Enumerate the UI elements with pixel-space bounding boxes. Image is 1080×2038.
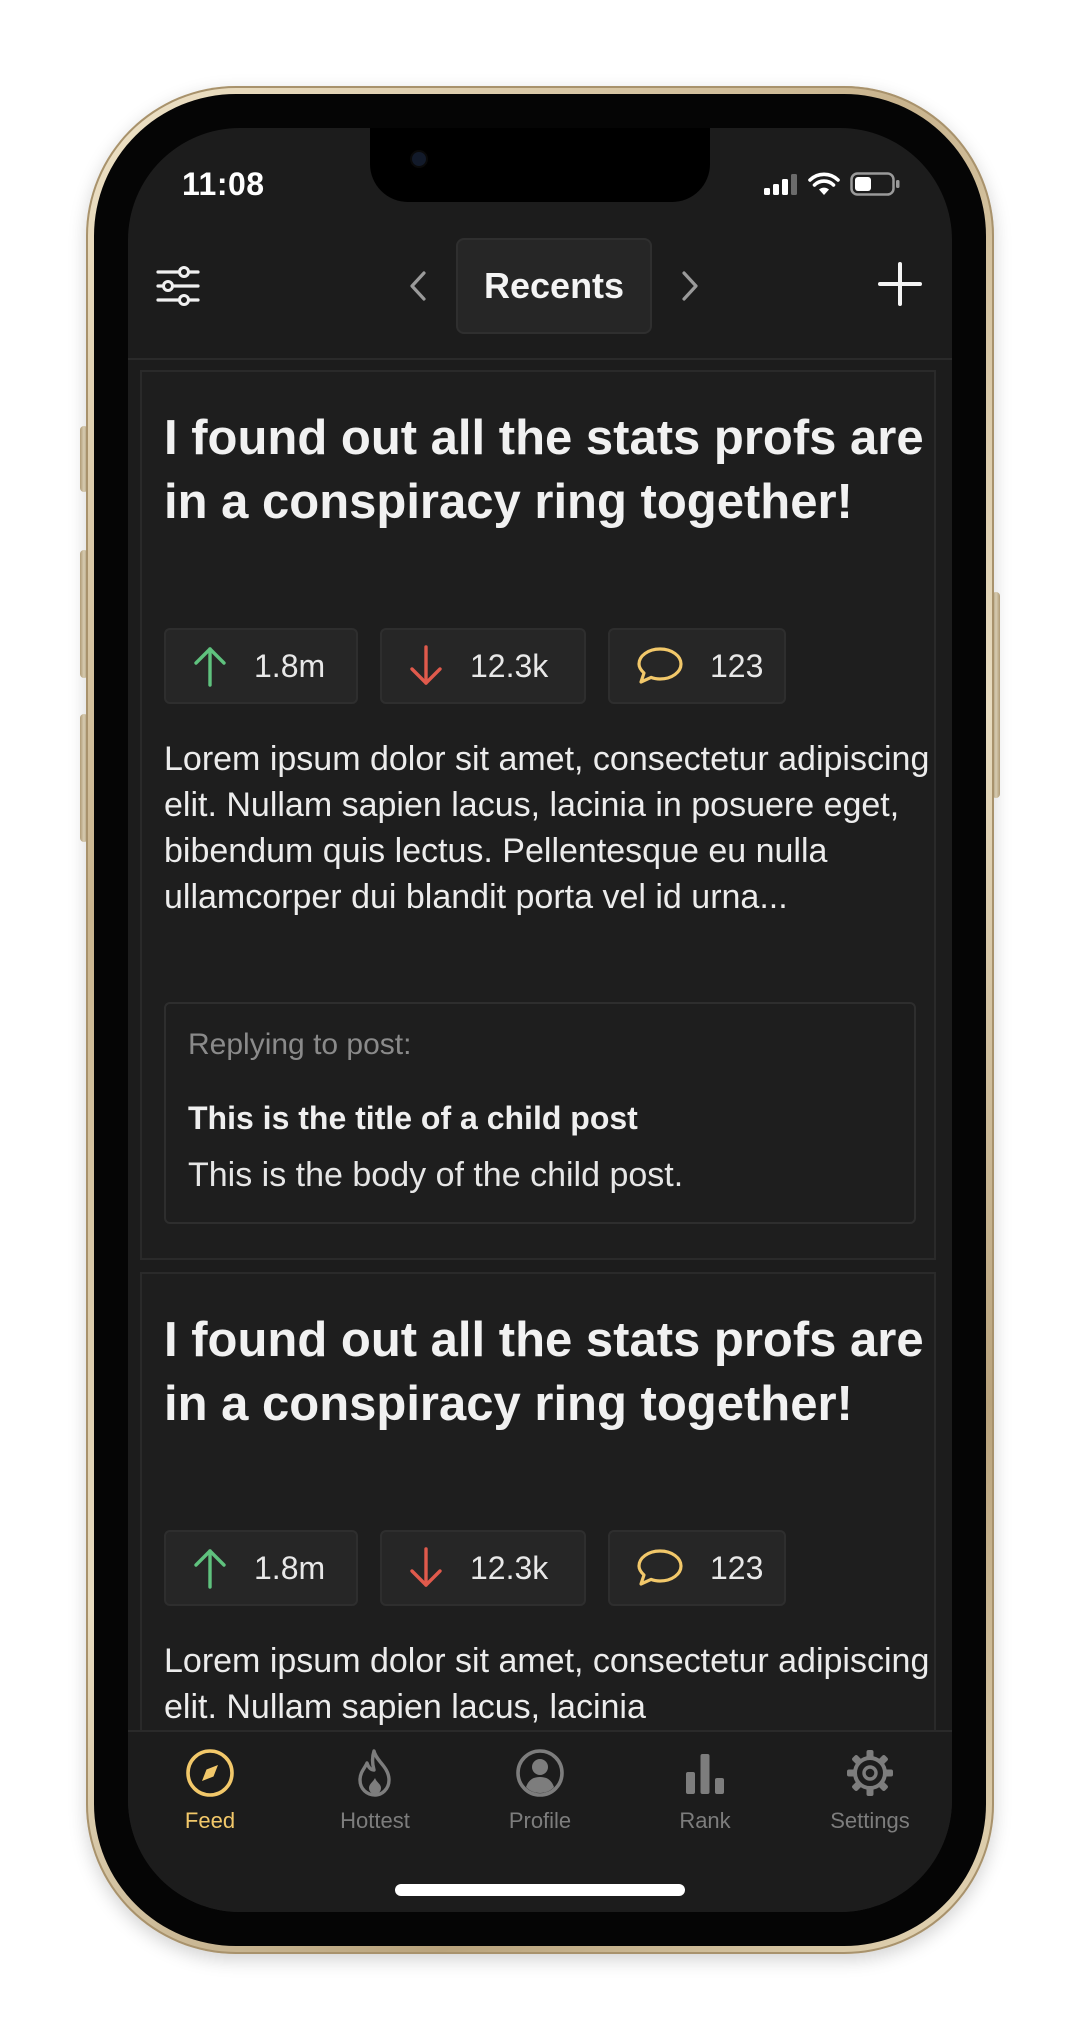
status-icons <box>764 172 900 201</box>
plus-icon <box>878 262 922 306</box>
reply-title: This is the title of a child post <box>188 1100 638 1136</box>
reply-body: This is the body of the child post. <box>188 1156 684 1194</box>
previous-tab-button[interactable] <box>396 256 440 316</box>
arrow-down-icon <box>410 645 442 685</box>
comments-button[interactable]: 123 <box>608 1530 786 1606</box>
status-time: 11:08 <box>182 166 265 202</box>
new-post-button[interactable] <box>872 256 928 312</box>
notch <box>370 128 710 202</box>
feed-header: Recents <box>128 238 952 338</box>
tab-hottest[interactable]: Hottest <box>293 1748 457 1834</box>
post-body: Lorem ipsum dolor sit amet, consectetur … <box>164 1642 930 1726</box>
tab-profile[interactable]: Profile <box>458 1748 622 1834</box>
comment-count: 123 <box>710 647 764 684</box>
home-indicator[interactable] <box>395 1884 685 1896</box>
upvote-count: 1.8m <box>254 647 326 684</box>
downvote-button[interactable]: 12.3k <box>380 628 586 704</box>
cellular-signal-icon <box>764 173 798 200</box>
tab-rank[interactable]: Rank <box>623 1748 787 1834</box>
post-body: Lorem ipsum dolor sit amet, consectetur … <box>164 740 930 916</box>
reply-preview[interactable]: Replying to post: This is the title of a… <box>164 1002 916 1224</box>
downvote-count: 12.3k <box>470 647 549 684</box>
tab-label: Rank <box>679 1808 731 1833</box>
comments-button[interactable]: 123 <box>608 628 786 704</box>
tab-label: Settings <box>830 1808 910 1833</box>
post-title[interactable]: I found out all the stats profs are in a… <box>164 1308 924 1436</box>
flame-icon <box>358 1749 391 1797</box>
current-tab-label[interactable]: Recents <box>456 238 653 334</box>
comment-bubble-icon <box>637 647 683 684</box>
comment-count: 123 <box>710 1549 764 1586</box>
post-card[interactable]: I found out all the stats profs are in a… <box>140 1272 936 1730</box>
post-stats: 1.8m 12.3k 123 <box>164 628 786 704</box>
filter-button[interactable] <box>154 262 202 310</box>
upvote-count: 1.8m <box>254 1549 326 1586</box>
tab-switcher: Recents <box>396 238 712 334</box>
next-tab-button[interactable] <box>668 256 712 316</box>
post-title[interactable]: I found out all the stats profs are in a… <box>164 406 924 534</box>
battery-icon <box>850 172 900 201</box>
post-feed[interactable]: I found out all the stats profs are in a… <box>128 360 952 1730</box>
tab-label: Feed <box>184 1808 236 1833</box>
front-camera <box>412 152 426 166</box>
upvote-button[interactable]: 1.8m <box>164 628 358 704</box>
downvote-button[interactable]: 12.3k <box>380 1530 586 1606</box>
user-circle-icon <box>516 1749 564 1797</box>
tab-settings[interactable]: Settings <box>788 1748 952 1834</box>
arrow-up-icon <box>194 647 226 687</box>
bar-chart-icon <box>686 1754 724 1794</box>
comment-bubble-icon <box>637 1549 683 1586</box>
wifi-icon <box>808 172 840 201</box>
chevron-left-icon <box>410 271 426 301</box>
gear-icon <box>847 1750 893 1796</box>
phone-screen: 11:08 Recents I found out all the stats … <box>128 128 952 1912</box>
post-card[interactable]: I found out all the stats profs are in a… <box>140 370 936 1260</box>
reply-label: Replying to post: <box>188 1028 412 1061</box>
arrow-down-icon <box>410 1547 442 1587</box>
upvote-button[interactable]: 1.8m <box>164 1530 358 1606</box>
tab-label: Profile <box>508 1808 572 1833</box>
sliders-icon <box>156 266 200 306</box>
downvote-count: 12.3k <box>470 1549 549 1586</box>
tab-label: Hottest <box>340 1808 410 1833</box>
compass-icon <box>186 1749 234 1797</box>
post-stats: 1.8m 12.3k 123 <box>164 1530 786 1606</box>
tab-feed[interactable]: Feed <box>128 1748 292 1834</box>
arrow-up-icon <box>194 1549 226 1589</box>
chevron-right-icon <box>682 271 698 301</box>
bottom-tab-bar: Feed Hottest Profile Rank Settings <box>128 1730 952 1912</box>
